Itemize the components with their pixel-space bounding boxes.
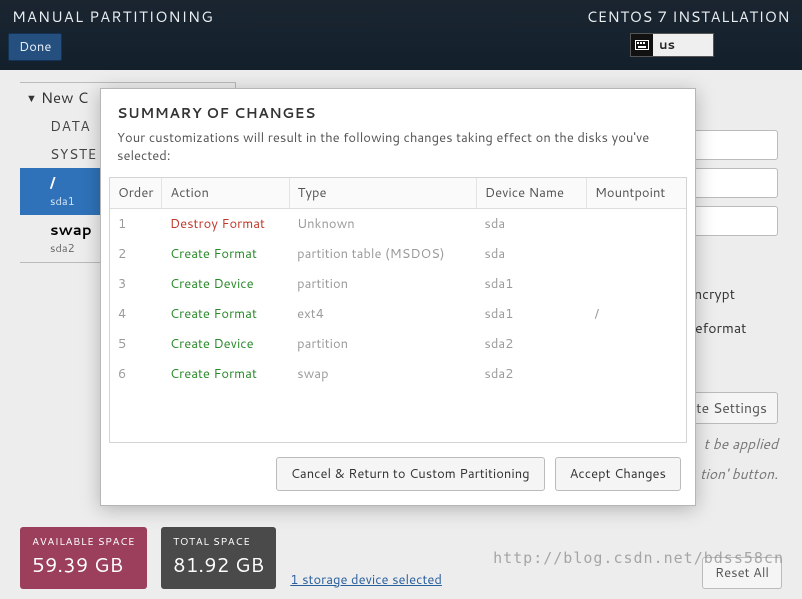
- changes-table: Order Action Type Device Name Mountpoint…: [110, 178, 686, 389]
- cell-order: 6: [110, 359, 162, 389]
- col-order[interactable]: Order: [110, 178, 162, 209]
- cell-device: sda2: [476, 329, 586, 359]
- cell-action: Create Device: [162, 329, 289, 359]
- keyboard-layout-label: us: [653, 34, 713, 56]
- hint-line-1: t be applied: [685, 434, 778, 454]
- reformat-row: Reformat: [685, 318, 778, 338]
- cell-type: Unknown: [289, 209, 476, 240]
- table-row[interactable]: 3Create Devicepartitionsda1: [110, 269, 686, 299]
- cell-action: Destroy Format: [162, 209, 289, 240]
- cell-device: sda: [476, 209, 586, 240]
- col-type[interactable]: Type: [289, 178, 476, 209]
- cell-mount: [586, 239, 686, 269]
- cell-order: 2: [110, 239, 162, 269]
- table-row[interactable]: 2Create Formatpartition table (MSDOS)sda: [110, 239, 686, 269]
- dialog-subtitle: Your customizations will result in the f…: [101, 129, 695, 177]
- expand-label: New C: [41, 87, 88, 108]
- storage-link[interactable]: 1 storage device selected: [290, 571, 442, 589]
- cell-action: Create Format: [162, 299, 289, 329]
- chevron-down-icon: ▼: [26, 90, 37, 106]
- table-row[interactable]: 6Create Formatswapsda2: [110, 359, 686, 389]
- done-button[interactable]: Done: [8, 33, 62, 61]
- reset-all-button[interactable]: Reset All: [702, 557, 782, 589]
- cell-action: Create Device: [162, 269, 289, 299]
- summary-of-changes-dialog: SUMMARY OF CHANGES Your customizations w…: [100, 88, 696, 506]
- keyboard-icon: [631, 34, 653, 56]
- update-settings-button[interactable]: te Settings: [685, 392, 778, 424]
- cell-device: sda2: [476, 359, 586, 389]
- dialog-title: SUMMARY OF CHANGES: [101, 89, 695, 129]
- cell-mount: /: [586, 299, 686, 329]
- installer-title: CENTOS 7 INSTALLATION: [587, 6, 790, 27]
- cell-device: sda: [476, 239, 586, 269]
- table-row[interactable]: 1Destroy FormatUnknownsda: [110, 209, 686, 240]
- cell-type: partition: [289, 269, 476, 299]
- cell-mount: [586, 209, 686, 240]
- cell-order: 5: [110, 329, 162, 359]
- cancel-button[interactable]: Cancel & Return to Custom Partitioning: [276, 457, 545, 491]
- total-space-box: TOTAL SPACE 81.92 GB: [161, 527, 276, 589]
- cell-mount: [586, 269, 686, 299]
- available-space-box: AVAILABLE SPACE 59.39 GB: [20, 527, 147, 589]
- cell-mount: [586, 359, 686, 389]
- cell-action: Create Format: [162, 359, 289, 389]
- cell-device: sda1: [476, 299, 586, 329]
- cell-device: sda1: [476, 269, 586, 299]
- cell-mount: [586, 329, 686, 359]
- col-device[interactable]: Device Name: [476, 178, 586, 209]
- cell-type: partition: [289, 329, 476, 359]
- cell-order: 3: [110, 269, 162, 299]
- total-space-label: TOTAL SPACE: [173, 535, 264, 549]
- col-mount[interactable]: Mountpoint: [586, 178, 686, 209]
- cell-action: Create Format: [162, 239, 289, 269]
- available-space-label: AVAILABLE SPACE: [32, 535, 135, 549]
- cell-type: partition table (MSDOS): [289, 239, 476, 269]
- table-row[interactable]: 5Create Devicepartitionsda2: [110, 329, 686, 359]
- bottom-bar: AVAILABLE SPACE 59.39 GB TOTAL SPACE 81.…: [20, 527, 782, 589]
- encrypt-row: Encrypt: [685, 284, 778, 304]
- available-space-value: 59.39 GB: [32, 551, 135, 579]
- changes-table-wrap: Order Action Type Device Name Mountpoint…: [109, 177, 687, 443]
- dialog-footer: Cancel & Return to Custom Partitioning A…: [101, 443, 695, 505]
- right-fragment: Encrypt Reformat te Settings t be applie…: [685, 284, 778, 485]
- top-header: MANUAL PARTITIONING CENTOS 7 INSTALLATIO…: [0, 0, 802, 70]
- col-action[interactable]: Action: [162, 178, 289, 209]
- table-row[interactable]: 4Create Formatext4sda1/: [110, 299, 686, 329]
- cell-order: 1: [110, 209, 162, 240]
- cell-type: ext4: [289, 299, 476, 329]
- keyboard-indicator[interactable]: us: [630, 33, 714, 57]
- cell-order: 4: [110, 299, 162, 329]
- total-space-value: 81.92 GB: [173, 551, 264, 579]
- accept-changes-button[interactable]: Accept Changes: [555, 457, 681, 491]
- hint-line-2: tion' button.: [685, 464, 778, 484]
- cell-type: swap: [289, 359, 476, 389]
